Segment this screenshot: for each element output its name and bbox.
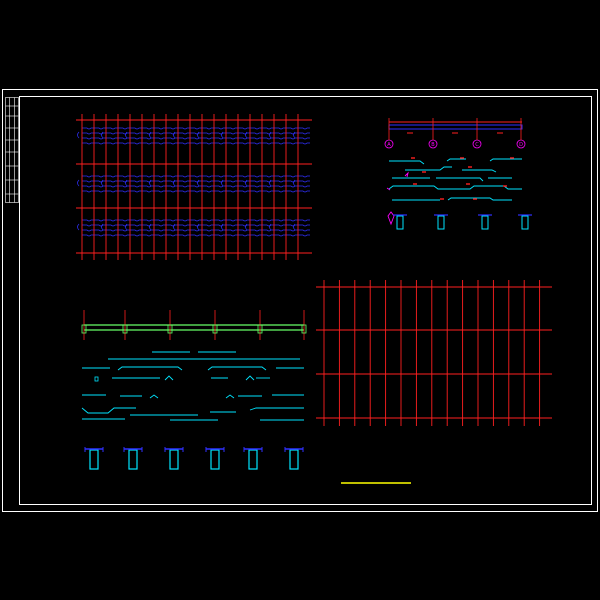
rebar-hook	[77, 223, 80, 231]
beam-cross-section	[396, 215, 404, 230]
inner-sheet-border	[19, 96, 592, 505]
rebar-line	[82, 185, 310, 188]
rebar-shape	[225, 394, 235, 399]
rebar-line	[82, 175, 310, 178]
rebar-line	[82, 224, 310, 227]
rebar-shape	[81, 407, 136, 414]
rebar-shape	[389, 160, 425, 165]
rebar-shape	[117, 366, 183, 371]
title-block	[5, 97, 19, 203]
axis-bubble-label: D	[519, 142, 523, 148]
axis-bubble-label: B	[431, 142, 435, 148]
beam-elevation-bottom-left	[81, 310, 307, 470]
beam-cross-section	[89, 449, 99, 470]
beam-cross-section	[481, 215, 489, 230]
rebar-shape	[149, 394, 159, 399]
axis-bubble-label: C	[475, 142, 479, 148]
beam-cross-section	[521, 215, 529, 230]
rebar-shape	[164, 375, 174, 381]
beam-elevation-top-right: A B C D	[384, 118, 532, 230]
rebar-line	[82, 234, 310, 237]
column-grid-plan-bottom-right	[316, 280, 552, 426]
beam-cross-section	[128, 449, 138, 470]
rebar-hook	[77, 179, 80, 187]
cad-drawing-sheet: A B C D	[2, 89, 598, 512]
rebar-shape	[405, 166, 452, 171]
rebar-line	[82, 142, 310, 145]
axis-bubble-label: A	[387, 142, 391, 148]
rebar-shape	[207, 366, 267, 371]
rebar-shape	[462, 169, 497, 173]
detail-marker	[94, 376, 99, 382]
rebar-shape	[249, 407, 304, 411]
outer-sheet-border	[2, 89, 598, 512]
beam-cross-section	[289, 449, 299, 470]
annotation-mark	[387, 211, 395, 226]
rebar-shape	[489, 158, 522, 162]
beam-cross-section	[437, 215, 445, 230]
beam-outline	[388, 124, 523, 130]
rebar-line	[82, 180, 310, 183]
rebar-hook	[77, 131, 80, 139]
reinforcement-plan-top-left	[76, 114, 312, 260]
annotation-mark	[404, 171, 409, 178]
beam-cross-section	[210, 449, 220, 470]
rebar-line	[82, 190, 310, 193]
beam-cross-section	[248, 449, 258, 470]
rebar-shape	[446, 158, 466, 162]
beam-cross-section	[169, 449, 179, 470]
rebar-shape	[447, 197, 512, 201]
rebar-shape	[436, 177, 484, 182]
rebar-line	[82, 219, 310, 222]
rebar-shape	[388, 185, 522, 190]
rebar-line	[82, 229, 310, 232]
rebar-line	[82, 127, 310, 130]
rebar-line	[82, 137, 310, 140]
rebar-line	[82, 132, 310, 135]
rebar-shape	[245, 375, 255, 381]
